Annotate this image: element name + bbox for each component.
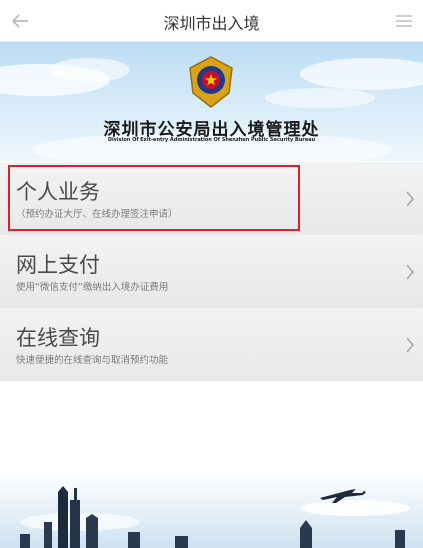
city-skyline-illustration — [0, 470, 423, 548]
menu-item-online-query[interactable]: 在线查询 快速便捷的在线查询与取消预约功能 — [0, 308, 423, 381]
menu-item-online-payment[interactable]: 网上支付 使用“微信支付”缴纳出入境办证费用 — [0, 235, 423, 308]
police-emblem-icon — [189, 56, 233, 108]
menu-item-subtitle: 快速便捷的在线查询与取消预约功能 — [16, 355, 169, 366]
page-title: 深圳市出入境 — [163, 14, 260, 33]
menu-item-title: 网上支付 — [16, 253, 100, 277]
top-navigation-bar: 深圳市出入境 — [0, 0, 423, 42]
menu-item-subtitle: 使用“微信支付”缴纳出入境办证费用 — [16, 282, 169, 293]
hamburger-menu-icon[interactable] — [393, 8, 415, 34]
menu-item-title: 在线查询 — [16, 326, 100, 350]
chevron-right-icon — [406, 337, 415, 353]
selection-highlight-box — [8, 165, 300, 231]
chevron-right-icon — [406, 191, 415, 207]
chevron-right-icon — [406, 264, 415, 280]
header-banner: 深圳市公安局出入境管理处 Division Of Exit-entry Admi… — [0, 42, 423, 161]
banner-subtitle: Division Of Exit-entry Administration Of… — [107, 137, 316, 143]
